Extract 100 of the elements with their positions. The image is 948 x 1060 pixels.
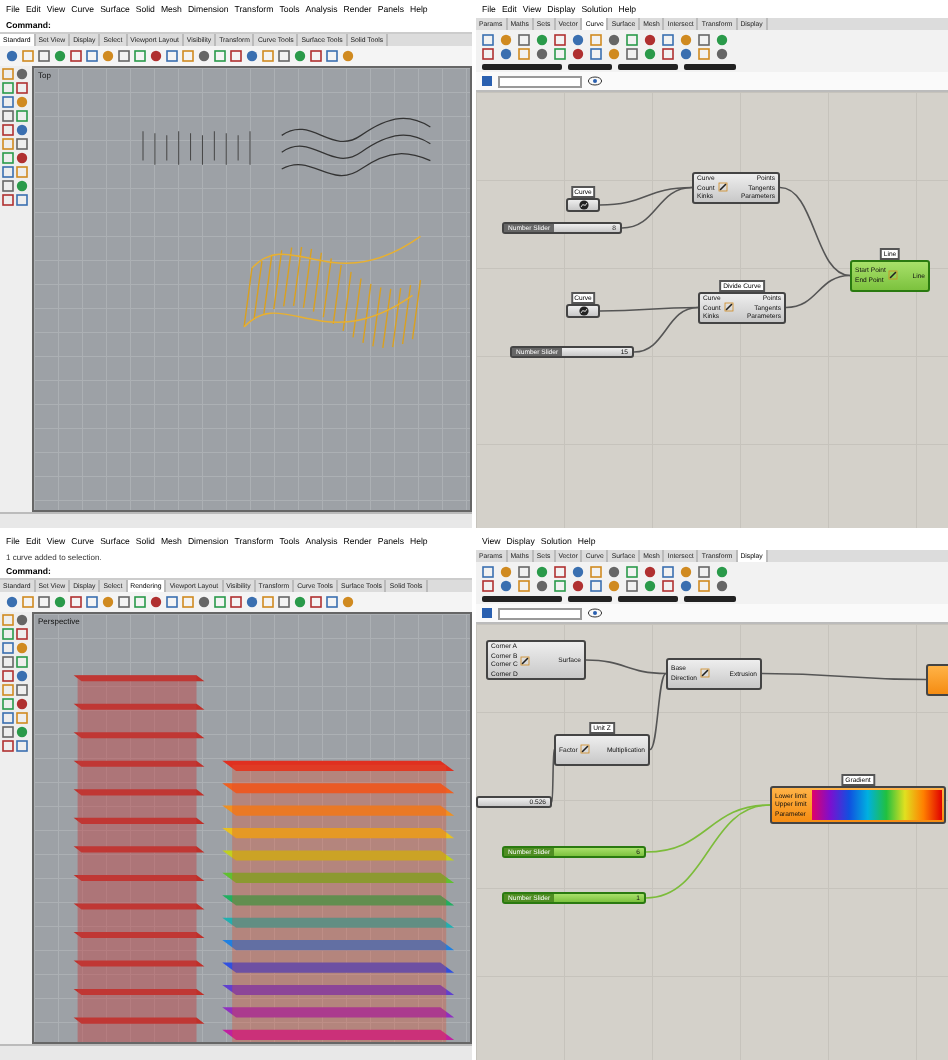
square-icon[interactable] [518,580,530,592]
circle-icon[interactable] [16,68,28,80]
square-icon[interactable] [2,712,14,724]
square-icon[interactable] [22,50,34,62]
square-icon[interactable] [2,138,14,150]
circle-icon[interactable] [342,50,354,62]
square-icon[interactable] [118,596,130,608]
square-icon[interactable] [2,726,14,738]
circle-icon[interactable] [102,596,114,608]
gradient-bar[interactable] [811,790,942,820]
square-icon[interactable] [518,566,530,578]
component-node[interactable] [926,664,948,695]
square-icon[interactable] [22,596,34,608]
circle-icon[interactable] [54,50,66,62]
circle-icon[interactable] [536,580,548,592]
square-icon[interactable] [2,96,14,108]
circle-icon[interactable] [680,48,692,60]
square-icon[interactable] [482,566,494,578]
square-icon[interactable] [70,596,82,608]
square-icon[interactable] [518,34,530,46]
square-icon[interactable] [626,34,638,46]
circle-icon[interactable] [16,96,28,108]
square-icon[interactable] [554,48,566,60]
square-icon[interactable] [626,566,638,578]
square-icon[interactable] [310,50,322,62]
square-icon[interactable] [278,50,290,62]
circle-icon[interactable] [54,596,66,608]
circle-icon[interactable] [150,596,162,608]
square-icon[interactable] [262,596,274,608]
circle-icon[interactable] [716,580,728,592]
square-icon[interactable] [38,50,50,62]
square-icon[interactable] [16,628,28,640]
square-icon[interactable] [214,596,226,608]
square-icon[interactable] [626,48,638,60]
circle-icon[interactable] [536,566,548,578]
square-icon[interactable] [182,596,194,608]
square-icon[interactable] [662,580,674,592]
square-icon[interactable] [482,580,494,592]
square-icon[interactable] [482,34,494,46]
square-icon[interactable] [118,50,130,62]
square-icon[interactable] [662,48,674,60]
square-icon[interactable] [230,50,242,62]
square-icon[interactable] [16,110,28,122]
square-icon[interactable] [2,628,14,640]
square-icon[interactable] [590,48,602,60]
square-icon[interactable] [2,698,14,710]
circle-icon[interactable] [6,50,18,62]
square-icon[interactable] [16,740,28,752]
circle-icon[interactable] [6,596,18,608]
square-icon[interactable] [554,34,566,46]
square-icon[interactable] [16,656,28,668]
circle-icon[interactable] [572,34,584,46]
circle-icon[interactable] [16,670,28,682]
square-icon[interactable] [2,740,14,752]
square-icon[interactable] [134,50,146,62]
square-icon[interactable] [38,596,50,608]
circle-icon[interactable] [246,596,258,608]
square-icon[interactable] [262,50,274,62]
circle-icon[interactable] [246,50,258,62]
square-icon[interactable] [16,82,28,94]
square-icon[interactable] [662,34,674,46]
square-icon[interactable] [554,580,566,592]
circle-icon[interactable] [16,180,28,192]
square-icon[interactable] [86,596,98,608]
circle-icon[interactable] [536,48,548,60]
circle-icon[interactable] [294,50,306,62]
square-icon[interactable] [166,50,178,62]
square-icon[interactable] [2,180,14,192]
curve-parameter[interactable] [566,198,600,212]
circle-icon[interactable] [342,596,354,608]
circle-icon[interactable] [16,726,28,738]
circle-icon[interactable] [198,596,210,608]
square-icon[interactable] [16,684,28,696]
circle-icon[interactable] [500,580,512,592]
square-icon[interactable] [590,34,602,46]
square-icon[interactable] [2,82,14,94]
circle-icon[interactable] [500,34,512,46]
circle-icon[interactable] [500,566,512,578]
square-icon[interactable] [16,138,28,150]
circle-icon[interactable] [716,34,728,46]
circle-icon[interactable] [16,614,28,626]
circle-icon[interactable] [102,50,114,62]
square-icon[interactable] [2,642,14,654]
circle-icon[interactable] [500,48,512,60]
square-icon[interactable] [2,670,14,682]
square-icon[interactable] [2,68,14,80]
circle-icon[interactable] [680,580,692,592]
square-icon[interactable] [70,50,82,62]
square-icon[interactable] [698,34,710,46]
square-icon[interactable] [626,580,638,592]
square-icon[interactable] [698,580,710,592]
curve-parameter[interactable] [566,304,600,318]
square-icon[interactable] [2,152,14,164]
square-icon[interactable] [16,166,28,178]
square-icon[interactable] [482,48,494,60]
square-icon[interactable] [2,194,14,206]
circle-icon[interactable] [608,566,620,578]
square-icon[interactable] [2,166,14,178]
circle-icon[interactable] [16,124,28,136]
circle-icon[interactable] [608,34,620,46]
